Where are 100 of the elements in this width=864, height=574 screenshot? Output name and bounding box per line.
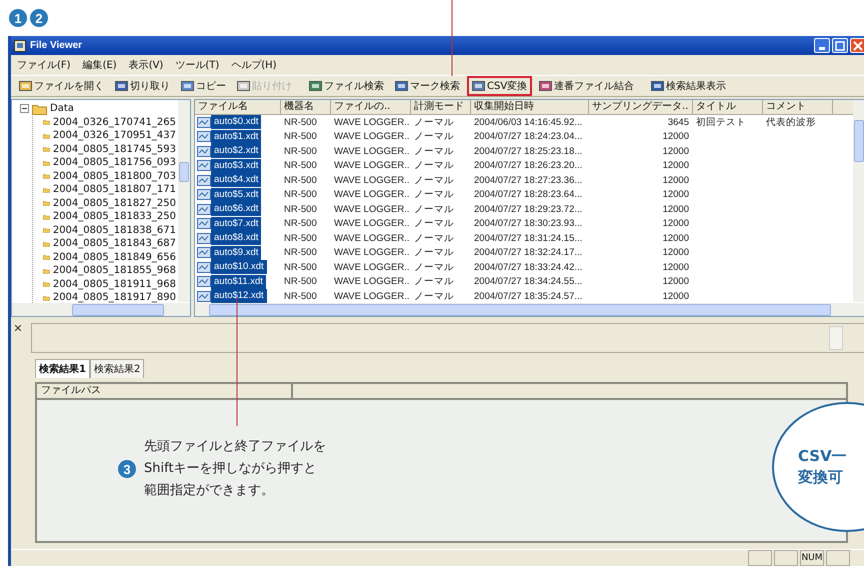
file-row[interactable]: auto$1.xdt NR-500 WAVE LOGGER.. ノーマル 2004/07/27 18:24:23.04... 12000 — [195, 130, 864, 144]
table-cell-text: 2004/07/27 18:27:23.36... — [473, 174, 584, 186]
tree-item[interactable]: 2004_0805_181745_593 — [43, 142, 176, 156]
table-cell-text: 2004/07/27 18:29:23.72... — [473, 204, 584, 215]
maximize-button[interactable] — [832, 38, 848, 53]
horizontal-scrollbar[interactable] — [195, 303, 864, 316]
column-header[interactable]: ファイルの.. — [331, 100, 411, 114]
step-badge: 2 — [30, 9, 48, 27]
file-row[interactable]: auto$3.xdt NR-500 WAVE LOGGER.. ノーマル 2004/07/27 18:26:23.20... 12000 — [195, 158, 864, 173]
table-cell: auto$9.xdt — [211, 246, 262, 260]
toolbar-button[interactable]: ファイル検索 — [305, 77, 388, 95]
column-header[interactable]: 収集開始日時 — [471, 100, 589, 114]
tree-item[interactable]: 2004_0805_181833_250 — [43, 210, 176, 224]
tree-item[interactable]: 2004_0326_170741_265 — [43, 116, 176, 129]
toolbar-button[interactable]: CSV変換 — [467, 76, 532, 96]
file-row[interactable]: auto$7.xdt NR-500 WAVE LOGGER.. ノーマル 2004/07/27 18:30:23.93... 12000 — [195, 216, 864, 231]
file-row[interactable]: auto$5.xdt NR-500 WAVE LOGGER.. ノーマル 2004/07/27 18:28:23.64... 12000 — [195, 188, 864, 202]
table-cell-text: WAVE LOGGER.. — [333, 146, 410, 157]
column-header[interactable]: コメント — [763, 100, 833, 114]
table-cell-text: 3645 — [666, 116, 690, 128]
table-cell-text: WAVE LOGGER.. — [333, 131, 410, 142]
vertical-scrollbar[interactable] — [853, 100, 864, 302]
table-cell-text: 12000 — [662, 189, 690, 200]
table-cell-text: 2004/07/27 18:35:24.57... — [473, 290, 584, 302]
horizontal-scrollbar[interactable] — [12, 303, 190, 316]
table-cell-text: NR-500 — [283, 276, 318, 288]
table-cell-text: ノーマル — [413, 144, 455, 158]
tree-item[interactable]: 2004_0805_181855_968 — [43, 264, 176, 278]
table-cell-text: ノーマル — [413, 260, 455, 274]
tree-item[interactable]: 2004_0805_181800_703 — [43, 170, 176, 183]
collapse-icon[interactable] — [20, 104, 29, 114]
table-cell-text: 12000 — [662, 290, 690, 302]
close-icon[interactable] — [15, 325, 21, 331]
table-cell-text: 2004/07/27 18:24:23.04... — [473, 131, 584, 142]
column-header[interactable]: 計測モード — [411, 100, 471, 114]
column-header[interactable]: 機器名 — [281, 100, 331, 114]
table-cell-text: NR-500 — [283, 247, 318, 258]
menu-item[interactable]: ヘルプ(H) — [231, 58, 277, 72]
menu-item[interactable]: ツール(T) — [175, 58, 220, 72]
file-row[interactable]: auto$4.xdt NR-500 WAVE LOGGER.. ノーマル 2004/07/27 18:27:23.36... 12000 — [195, 173, 864, 188]
file-icon — [197, 276, 211, 288]
toolbar-button[interactable]: コピー — [177, 77, 230, 95]
table-cell-text: NR-500 — [283, 116, 318, 128]
file-row[interactable]: auto$8.xdt NR-500 WAVE LOGGER.. ノーマル 2004/07/27 18:31:24.15... 12000 — [195, 231, 864, 246]
status-indicator: NUM — [800, 550, 824, 566]
menu-item[interactable]: 編集(E) — [82, 58, 117, 72]
tree-item[interactable]: 2004_0805_181807_171 — [43, 183, 176, 196]
tree-item[interactable]: 2004_0805_181849_656 — [43, 250, 176, 264]
table-cell: auto$0.xdt — [211, 115, 262, 130]
table-cell-text: ノーマル — [413, 290, 455, 303]
column-header[interactable]: ファイル名 — [195, 100, 281, 114]
file-row[interactable]: auto$12.xdt NR-500 WAVE LOGGER.. ノーマル 2004/07/27 18:35:24.57... 12000 — [195, 289, 864, 304]
table-cell: auto$6.xdt — [211, 202, 262, 216]
toolbar-button[interactable]: 検索結果表示 — [647, 77, 730, 95]
table-cell-text: NR-500 — [283, 146, 318, 157]
menu-item[interactable]: 表示(V) — [128, 58, 164, 72]
file-row[interactable]: auto$0.xdt NR-500 WAVE LOGGER.. ノーマル 2004/06/03 14:16:45.92... 3645 初回テスト 代表的波形 — [195, 115, 864, 130]
table-cell-text: 12000 — [662, 218, 690, 230]
file-icon — [197, 174, 211, 186]
tree-item[interactable]: 2004_0805_181917_890 — [43, 291, 176, 304]
file-row[interactable]: auto$6.xdt NR-500 WAVE LOGGER.. ノーマル 2004/07/27 18:29:23.72... 12000 — [195, 202, 864, 216]
callout-text: 先頭ファイルと終了ファイルを — [144, 438, 326, 456]
tree-item[interactable]: 2004_0805_181911_968 — [43, 278, 176, 291]
text-field[interactable] — [31, 323, 864, 353]
table-cell: auto$2.xdt — [211, 144, 262, 158]
vertical-scrollbar[interactable] — [178, 100, 190, 302]
close-button[interactable] — [850, 38, 864, 53]
file-row[interactable]: auto$9.xdt NR-500 WAVE LOGGER.. ノーマル 2004/07/27 18:32:24.17... 12000 — [195, 246, 864, 260]
callout-text: 範囲指定ができます。 — [144, 482, 275, 500]
tree-item[interactable]: Data — [20, 102, 176, 116]
tab[interactable]: 検索結果2 — [90, 359, 144, 378]
tree-item[interactable]: 2004_0805_181756_093 — [43, 156, 176, 170]
tab[interactable]: 検索結果1 — [35, 359, 90, 378]
table-cell-text: WAVE LOGGER.. — [333, 262, 410, 273]
tree-item[interactable]: 2004_0805_181838_671 — [43, 224, 176, 237]
tree-item[interactable]: 2004_0805_181843_687 — [43, 237, 176, 250]
toolbar-button[interactable]: 切り取り — [111, 77, 174, 95]
minimize-button[interactable] — [814, 38, 830, 53]
toolbar-button[interactable]: 連番ファイル結合 — [535, 77, 638, 95]
file-row[interactable]: auto$2.xdt NR-500 WAVE LOGGER.. ノーマル 2004/07/27 18:25:23.18... 12000 — [195, 144, 864, 158]
status-panel — [774, 550, 798, 566]
table-cell-text: 2004/07/27 18:33:24.42... — [473, 262, 584, 273]
table-cell-text: NR-500 — [283, 174, 318, 186]
table-cell-text: WAVE LOGGER.. — [333, 290, 410, 302]
menu-item[interactable]: ファイル(F) — [17, 58, 71, 72]
column-header[interactable]: タイトル — [693, 100, 763, 114]
table-cell: auto$5.xdt — [211, 188, 262, 202]
file-icon — [197, 232, 211, 244]
table-cell-text: 2004/07/27 18:31:24.15... — [473, 232, 584, 244]
table-cell-text: ノーマル — [413, 275, 455, 288]
tree-item[interactable]: 2004_0805_181827_250 — [43, 196, 176, 210]
column-header[interactable]: サンプリングデータ.. — [589, 100, 693, 114]
file-row[interactable]: auto$11.xdt NR-500 WAVE LOGGER.. ノーマル 2004/07/27 18:34:24.55... 12000 — [195, 274, 864, 289]
file-row[interactable]: auto$10.xdt NR-500 WAVE LOGGER.. ノーマル 2004/07/27 18:33:24.42... 12000 — [195, 260, 864, 274]
toolbar-button[interactable]: ファイルを開く — [15, 77, 108, 95]
table-cell-text: 2004/07/27 18:28:23.64... — [473, 189, 584, 200]
table-cell-text: WAVE LOGGER.. — [333, 189, 410, 200]
table-cell-text: NR-500 — [283, 189, 318, 200]
toolbar-button[interactable]: マーク検索 — [391, 77, 464, 95]
tree-item[interactable]: 2004_0326_170951_437 — [43, 129, 176, 142]
